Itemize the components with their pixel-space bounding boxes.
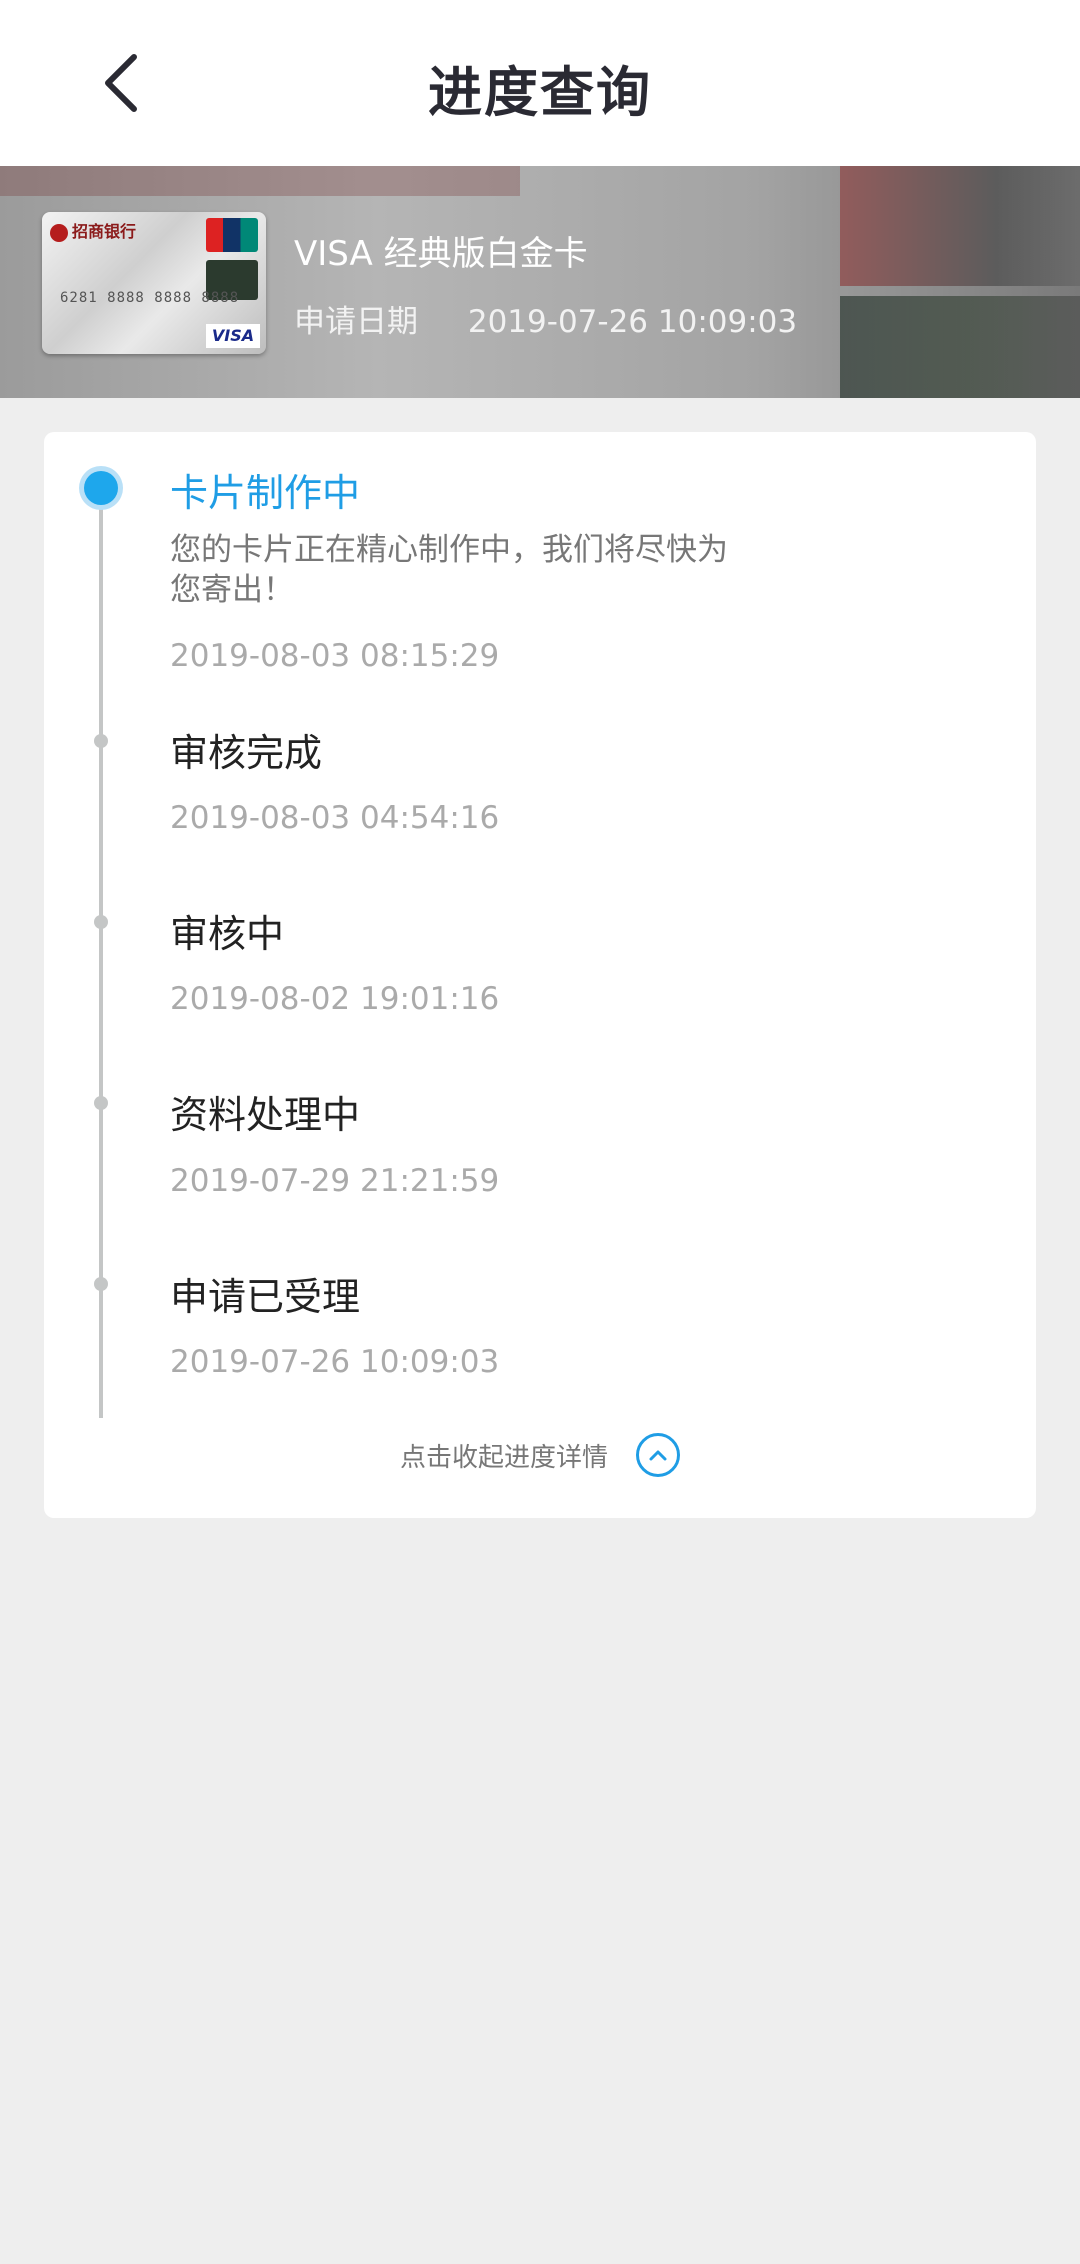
apply-date-value: 2019-07-26 10:09:03 bbox=[467, 304, 798, 340]
collapse-details-button[interactable]: 点击收起进度详情 bbox=[44, 1420, 1036, 1490]
step-title: 资料处理中 bbox=[170, 1093, 361, 1137]
step-title: 卡片制作中 bbox=[170, 471, 361, 515]
apply-date-label: 申请日期 bbox=[294, 304, 418, 340]
collapse-label: 点击收起进度详情 bbox=[399, 1442, 608, 1473]
step-time: 2019-08-02 19:01:16 bbox=[170, 981, 500, 1017]
timeline-active-dot bbox=[79, 466, 123, 510]
top-bar: 进度查询 bbox=[0, 0, 1080, 166]
banner-background-decoration bbox=[840, 296, 1080, 398]
card-name: VISA 经典版白金卡 bbox=[294, 234, 588, 274]
banner-background-decoration bbox=[0, 166, 520, 196]
page-title: 进度查询 bbox=[428, 61, 652, 124]
step-time: 2019-07-29 21:21:59 bbox=[170, 1163, 500, 1199]
timeline-dot bbox=[94, 915, 108, 929]
step-time: 2019-07-26 10:09:03 bbox=[170, 1344, 500, 1380]
timeline-dot bbox=[94, 734, 108, 748]
step-title: 审核中 bbox=[170, 912, 285, 956]
banner-background-decoration bbox=[840, 166, 1080, 286]
step-time: 2019-08-03 08:15:29 bbox=[170, 638, 500, 674]
timeline-dot bbox=[94, 1096, 108, 1110]
apply-date-row: 申请日期 2019-07-26 10:09:03 bbox=[294, 296, 797, 341]
card-banner: 招商银行 6281 8888 8888 8888 VISA bbox=[0, 166, 1080, 398]
unionpay-logo bbox=[206, 218, 258, 252]
timeline-dot bbox=[94, 1277, 108, 1291]
visa-logo: VISA bbox=[206, 324, 260, 348]
step-description: 您的卡片正在精心制作中，我们将尽快为您寄出！ bbox=[170, 532, 728, 608]
card-number-art: 6281 8888 8888 8888 bbox=[60, 290, 240, 306]
step-title: 审核完成 bbox=[170, 731, 323, 775]
card-image: 招商银行 6281 8888 8888 8888 VISA bbox=[42, 212, 266, 354]
step-time: 2019-08-03 04:54:16 bbox=[170, 800, 500, 836]
step-title: 申请已受理 bbox=[170, 1275, 361, 1319]
chevron-up-circle-icon[interactable] bbox=[636, 1433, 680, 1477]
bank-logo: 招商银行 bbox=[50, 218, 136, 242]
